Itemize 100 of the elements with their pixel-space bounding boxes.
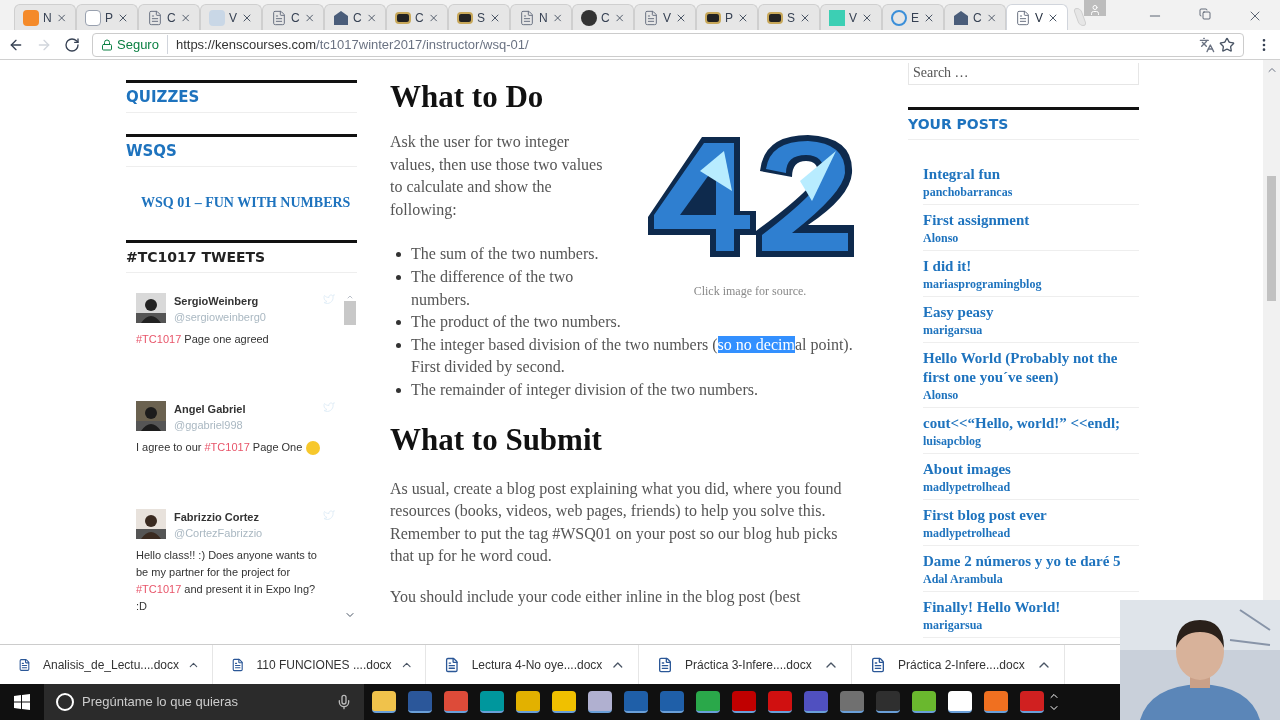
app-icon[interactable] — [444, 691, 468, 713]
tab-title: P — [725, 9, 733, 27]
person-icon — [1089, 4, 1101, 16]
browser-tab[interactable]: C — [262, 4, 324, 30]
browser-tab[interactable]: C — [138, 4, 200, 30]
section-title: #TC1017 TWEETS — [126, 243, 357, 273]
app-icon[interactable] — [804, 691, 828, 713]
app-icon[interactable] — [372, 691, 396, 713]
tweet-author[interactable]: SergioWeinberg — [174, 293, 315, 309]
app-icon[interactable] — [480, 691, 504, 713]
page-icon — [147, 9, 163, 26]
post-title[interactable]: cout<<“Hello, world!” <<endl; — [923, 413, 1121, 433]
app-icon[interactable] — [516, 691, 540, 713]
page-icon — [643, 9, 659, 26]
app-icon[interactable] — [984, 691, 1008, 713]
post-author[interactable]: Adal Arambula — [923, 570, 1003, 587]
url-text: https://kenscourses.com/tc1017winter2017/instructor/wsq-01/ — [174, 35, 529, 54]
browser-tab[interactable]: V — [820, 4, 882, 30]
search-field[interactable]: Search … — [908, 62, 1139, 85]
browser-tab[interactable]: P — [76, 4, 138, 30]
lock-icon — [101, 38, 113, 51]
microphone-icon[interactable] — [336, 694, 352, 710]
post-author[interactable]: luisapcblog — [923, 432, 982, 449]
app-icon[interactable] — [840, 691, 864, 713]
browser-tab[interactable]: V — [1006, 4, 1068, 30]
scroll-thumb[interactable] — [1267, 176, 1276, 301]
post-title[interactable]: Integral fun — [923, 164, 1001, 184]
feed-icon — [23, 9, 39, 26]
tweet-author[interactable]: Fabrizzio Cortez — [174, 509, 315, 525]
page-icon — [519, 9, 535, 26]
post-title[interactable]: About images — [923, 459, 1011, 479]
app-icon[interactable] — [1020, 691, 1044, 713]
post-author[interactable]: marigarsua — [923, 321, 983, 338]
file-name: Práctica 3-Infere....docx — [684, 656, 813, 674]
post-author[interactable]: Alonso — [923, 229, 959, 246]
post-title[interactable]: First blog post ever — [923, 505, 1047, 525]
browser-tab[interactable]: S — [758, 4, 820, 30]
post-title[interactable]: Hello World (Probably not the first one you´ve seen) — [923, 348, 1139, 387]
post-title[interactable]: Finally! Hello World! — [923, 597, 1061, 617]
secure-label: Seguro — [117, 34, 168, 55]
app-icon[interactable] — [876, 691, 900, 713]
app-icon[interactable] — [624, 691, 648, 713]
post-author[interactable]: mariasprogramingblog — [923, 275, 1042, 292]
app-icon[interactable] — [696, 691, 720, 713]
page-scrollbar[interactable] — [1263, 60, 1280, 600]
browser-tab[interactable]: V — [634, 4, 696, 30]
app-icon[interactable] — [948, 691, 972, 713]
app-icon[interactable] — [408, 691, 432, 713]
tab-title: C — [601, 9, 610, 27]
browser-tab[interactable]: E — [882, 4, 944, 30]
address-field[interactable]: Seguro https://kenscourses.com/tc1017winter2017/instructor/wsq-01/ — [92, 32, 1244, 57]
section-link[interactable]: QUIZZES — [126, 83, 357, 113]
browser-tab[interactable]: P — [696, 4, 758, 30]
translate-icon[interactable] — [1199, 36, 1215, 53]
app-icon[interactable] — [912, 691, 936, 713]
post-title[interactable]: Dame 2 números y yo te daré 5 — [923, 551, 1121, 571]
app-icon[interactable] — [768, 691, 792, 713]
post-title[interactable]: Easy peasy — [923, 302, 994, 322]
globe-icon — [891, 9, 907, 26]
board-icon — [395, 11, 411, 24]
browser-tab[interactable]: C — [386, 4, 448, 30]
board-icon — [705, 11, 721, 24]
app-icon[interactable] — [660, 691, 684, 713]
reload-icon[interactable] — [64, 36, 80, 53]
tweet-author[interactable]: Angel Gabriel — [174, 401, 315, 417]
section-link[interactable]: WSQS — [126, 137, 357, 167]
sub-link[interactable]: WSQ 01 – FUN WITH NUMBERS — [126, 167, 357, 219]
browser-tab[interactable]: C — [572, 4, 634, 30]
document-icon — [18, 656, 31, 673]
windows-icon[interactable] — [14, 694, 30, 710]
list-item: The difference of the two numbers. — [411, 266, 575, 310]
post-title[interactable]: First assignment — [923, 210, 1030, 230]
post-author[interactable]: marigarsua — [923, 616, 983, 633]
app-icon[interactable] — [732, 691, 756, 713]
post-author[interactable]: panchobarrancas — [923, 183, 1013, 200]
browser-tab[interactable]: C — [944, 4, 1006, 30]
browser-tab[interactable]: C — [324, 4, 386, 30]
browser-tab[interactable]: N — [510, 4, 572, 30]
file-name: Lectura 4-No oye....docx — [470, 656, 603, 674]
post-author[interactable]: madlypetrolhead — [923, 478, 1011, 495]
tab-title: P — [105, 9, 113, 27]
search-field[interactable]: Pregúntame lo que quieras — [44, 684, 364, 720]
browser-tab[interactable]: S — [448, 4, 510, 30]
post-author[interactable]: Alonso — [923, 386, 959, 403]
post-title[interactable]: I did it! — [923, 256, 972, 276]
app-icon[interactable] — [588, 691, 612, 713]
section-heading: What to Submit — [390, 420, 603, 459]
scroll-thumb[interactable] — [344, 301, 356, 325]
post-author[interactable]: madlypetrolhead — [923, 524, 1011, 541]
tab-title: S — [787, 9, 795, 27]
intro-paragraph: Ask the user for two integer values, then use those two values to calculate and show the following: — [390, 132, 604, 221]
tab-title: V — [849, 9, 857, 27]
restore-icon[interactable] — [1199, 8, 1211, 20]
tweet-text: Hello class!! :) Does anyone wants to be my partner for the project for #TC1017 and present it in Expo Ing? :D — [136, 548, 318, 614]
tweet-text: I agree to our #TC1017 Page One — [136, 440, 303, 455]
app-icon[interactable] — [552, 691, 576, 713]
building-icon — [333, 9, 349, 26]
browser-tab[interactable]: N — [14, 4, 76, 30]
browser-tab[interactable]: V — [200, 4, 262, 30]
bookmark-star-icon[interactable] — [1219, 36, 1235, 53]
